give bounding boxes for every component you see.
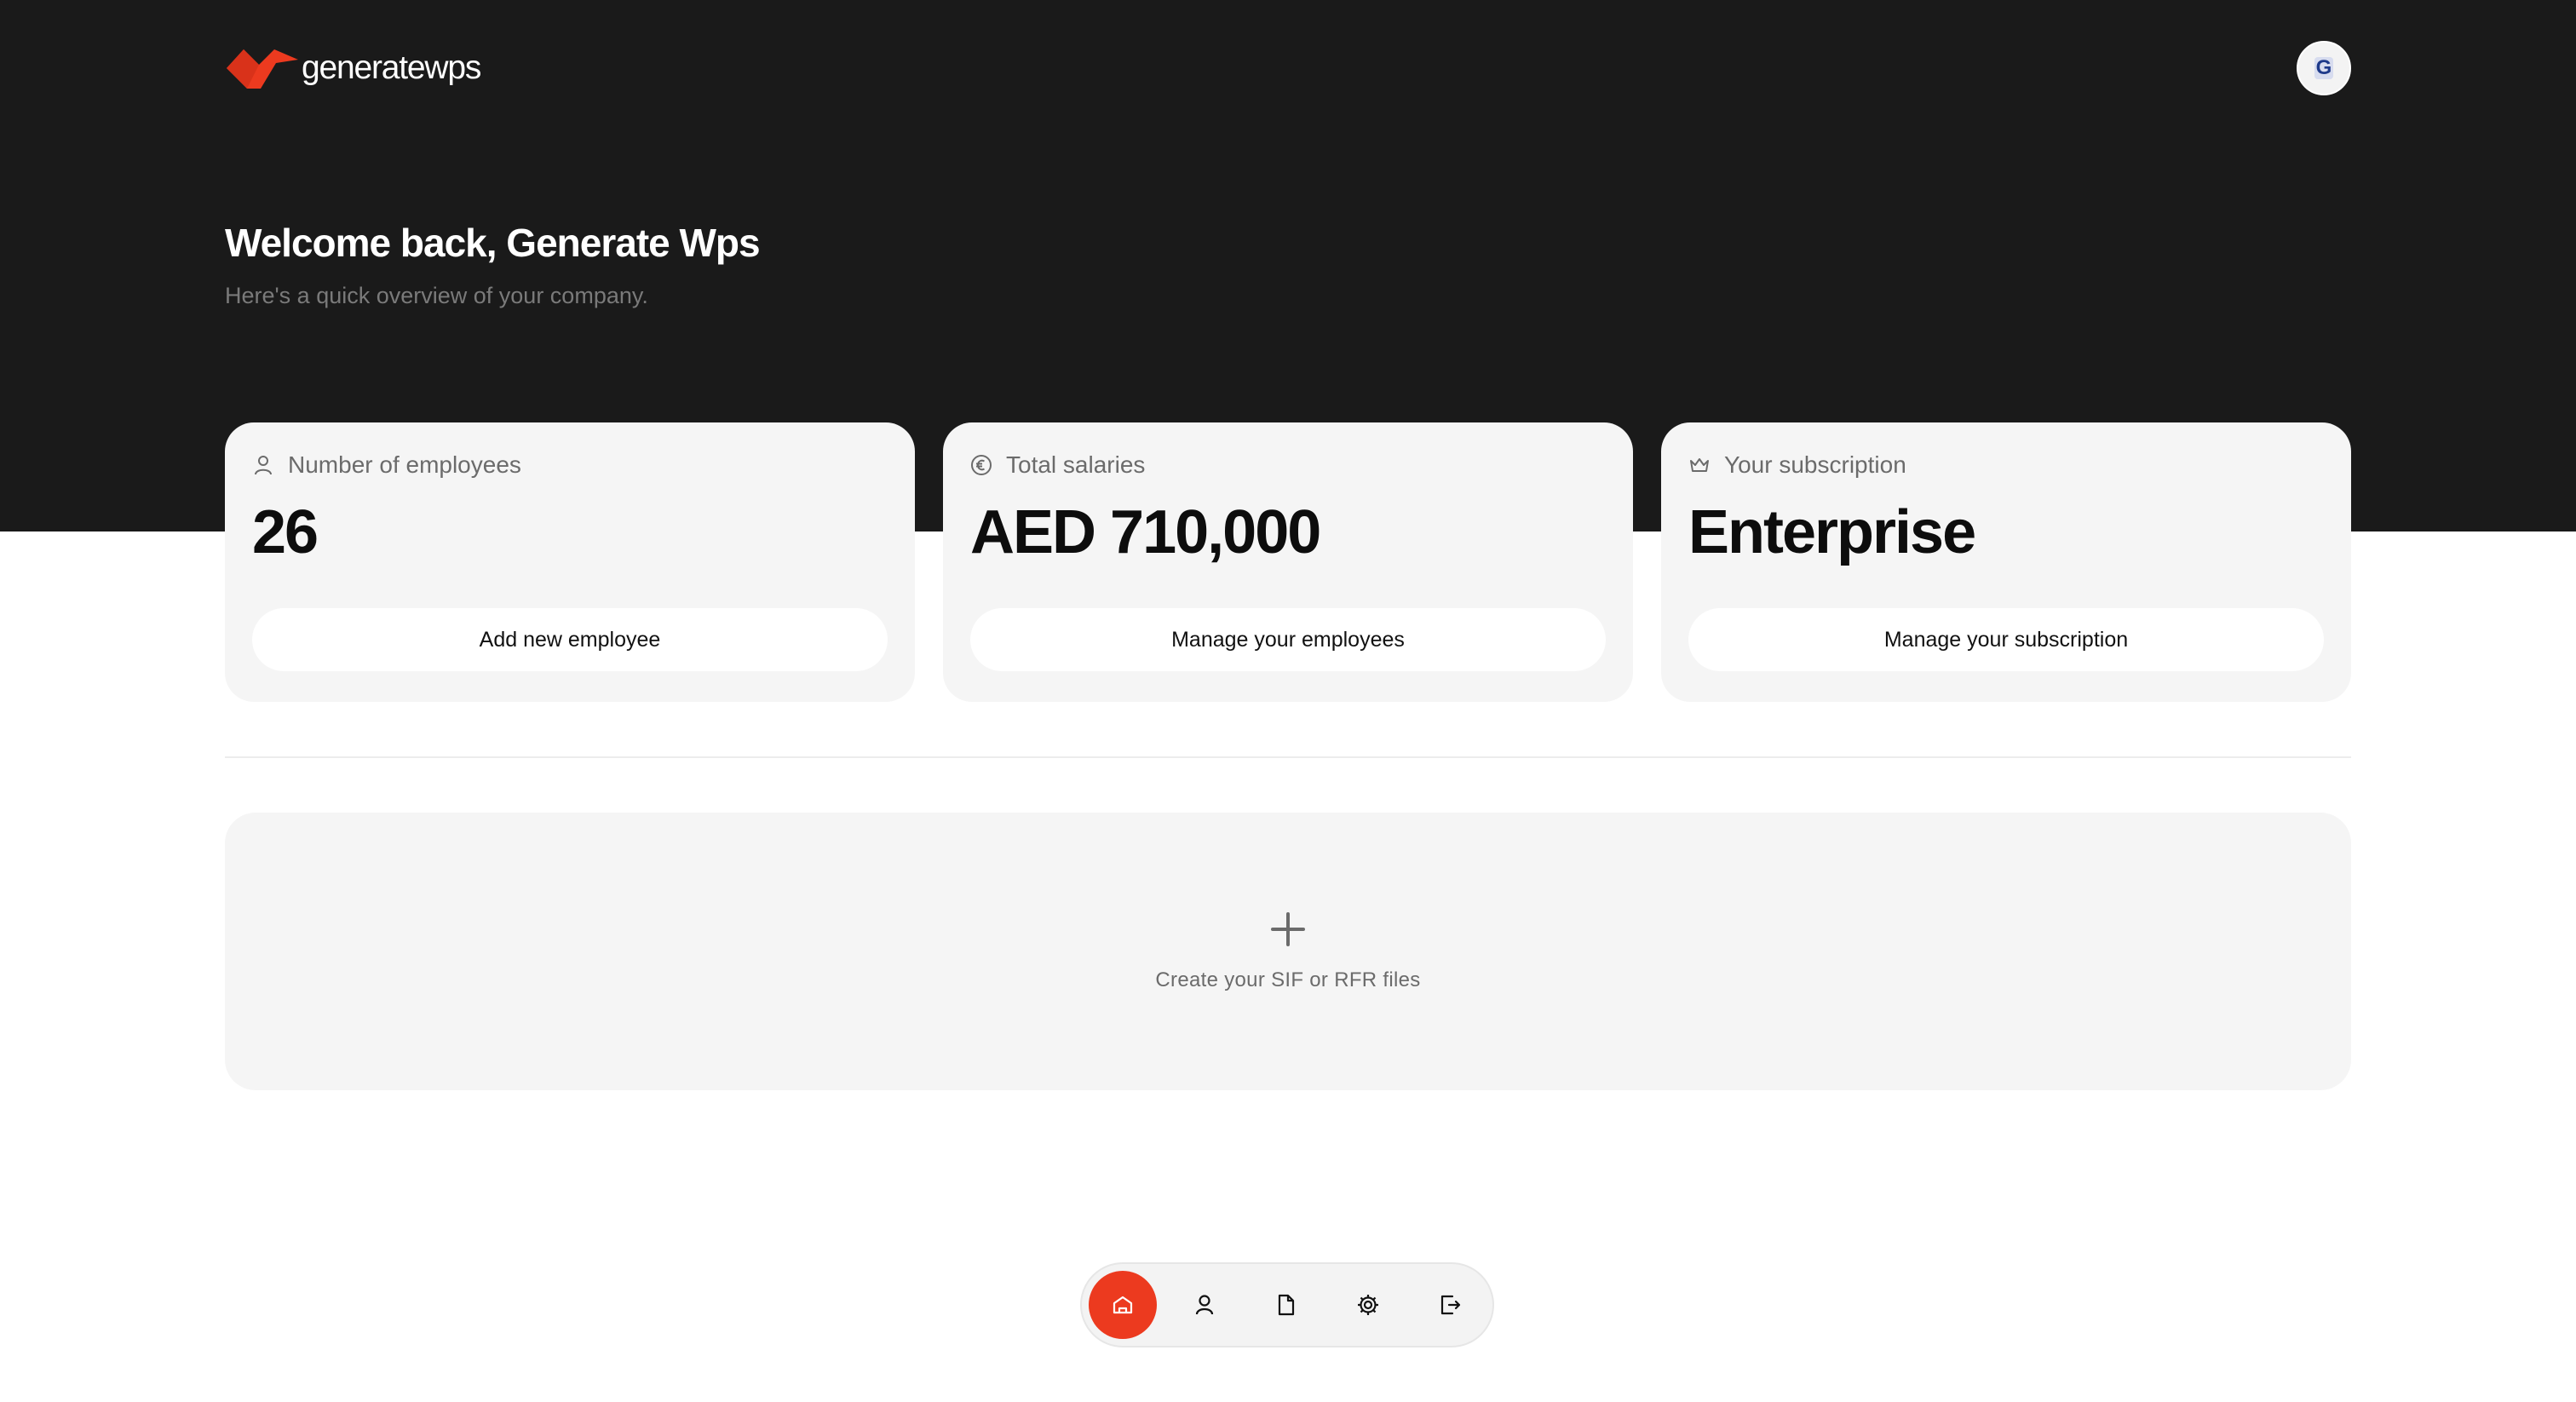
- salaries-card: Total salaries AED 710,000 Manage your e…: [943, 422, 1633, 702]
- bottom-dock: [1080, 1262, 1494, 1347]
- user-icon: [255, 456, 272, 475]
- dock-logout-button[interactable]: [1416, 1271, 1484, 1339]
- card-label-row: Your subscription: [1688, 451, 1906, 479]
- subscription-plan: Enterprise: [1688, 498, 1976, 566]
- section-divider: [225, 756, 2351, 758]
- avatar-initial: G: [2314, 56, 2334, 79]
- manage-employees-button[interactable]: Manage your employees: [970, 608, 1606, 671]
- gear-icon: [1358, 1295, 1378, 1315]
- user-icon: [1195, 1295, 1214, 1315]
- home-icon: [1113, 1296, 1133, 1314]
- create-files-panel[interactable]: Create your SIF or RFR files: [225, 813, 2351, 1090]
- card-label: Number of employees: [288, 451, 521, 478]
- crown-icon: [1690, 458, 1709, 472]
- dock-settings-button[interactable]: [1334, 1271, 1402, 1339]
- card-label-row: Total salaries: [970, 451, 1145, 479]
- add-employee-button[interactable]: Add new employee: [252, 608, 888, 671]
- page-subtitle: Here's a quick overview of your company.: [225, 283, 648, 308]
- dock-employees-button[interactable]: [1170, 1271, 1239, 1339]
- file-icon: [1278, 1294, 1295, 1316]
- brand-logo[interactable]: generatewps: [225, 44, 481, 92]
- create-files-label: Create your SIF or RFR files: [1155, 968, 1421, 991]
- logout-icon: [1440, 1295, 1461, 1315]
- manage-subscription-button[interactable]: Manage your subscription: [1688, 608, 2324, 671]
- dock-files-button[interactable]: [1252, 1271, 1320, 1339]
- subscription-card: Your subscription Enterprise Manage your…: [1661, 422, 2351, 702]
- euro-circle-icon: [971, 455, 992, 475]
- user-avatar[interactable]: G: [2297, 41, 2351, 95]
- employees-card: Number of employees 26 Add new employee: [225, 422, 915, 702]
- wing-logo-icon: [227, 49, 298, 89]
- employee-count: 26: [252, 498, 319, 566]
- total-salaries-value: AED 710,000: [970, 498, 1321, 566]
- plus-icon: [1271, 912, 1305, 946]
- page-title: Welcome back, Generate Wps: [225, 221, 761, 265]
- dock-home-button[interactable]: [1089, 1271, 1157, 1339]
- card-label: Total salaries: [1006, 451, 1146, 478]
- brand-name: generatewps: [302, 49, 481, 86]
- card-label-row: Number of employees: [252, 451, 521, 479]
- card-label: Your subscription: [1724, 451, 1906, 478]
